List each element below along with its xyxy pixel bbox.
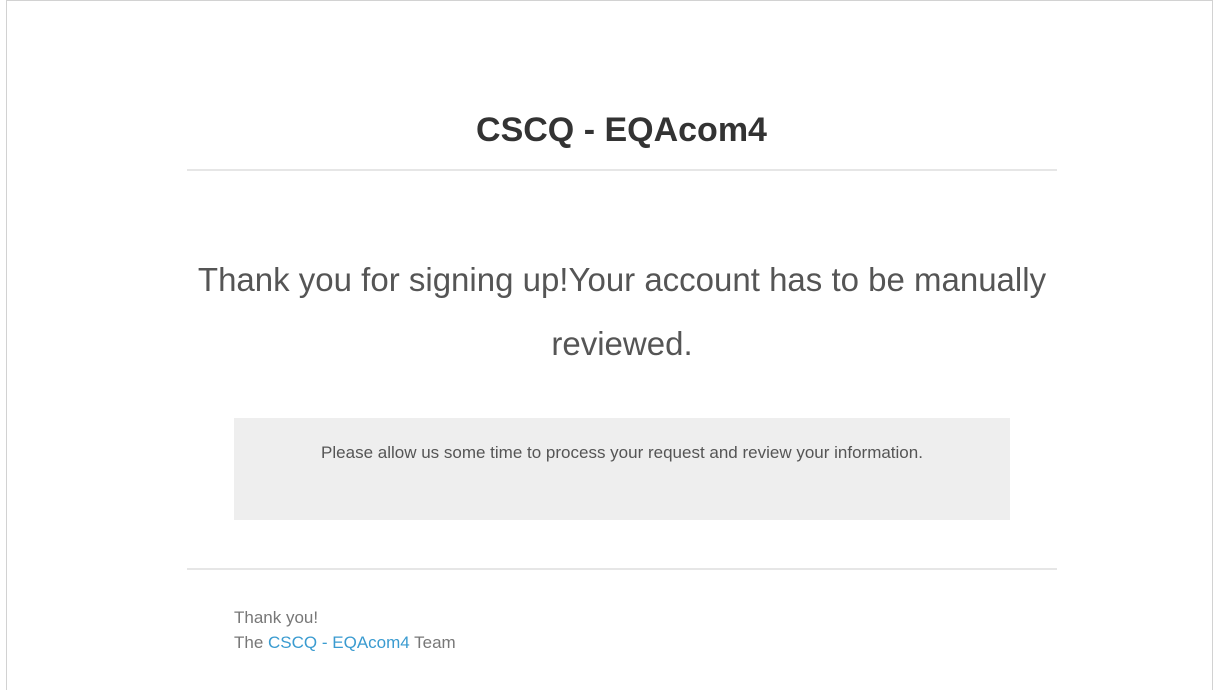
review-notice-box: Please allow us some time to process you…: [234, 418, 1010, 520]
team-link[interactable]: CSCQ - EQAcom4: [268, 633, 410, 652]
email-footer: Thank you! The CSCQ - EQAcom4 Team: [234, 605, 456, 655]
signup-confirmation-message: Thank you for signing up!Your account ha…: [197, 261, 1047, 362]
footer-thanks: Thank you!: [234, 608, 319, 627]
header-divider: [187, 169, 1057, 171]
footer-team-suffix: Team: [409, 633, 456, 652]
footer-team-prefix: The: [234, 633, 269, 652]
page-title: CSCQ - EQAcom4: [476, 111, 767, 149]
review-notice-text: Please allow us some time to process you…: [321, 443, 923, 462]
footer-signature: The CSCQ - EQAcom4 Team: [234, 630, 456, 655]
footer-divider: [187, 568, 1057, 570]
